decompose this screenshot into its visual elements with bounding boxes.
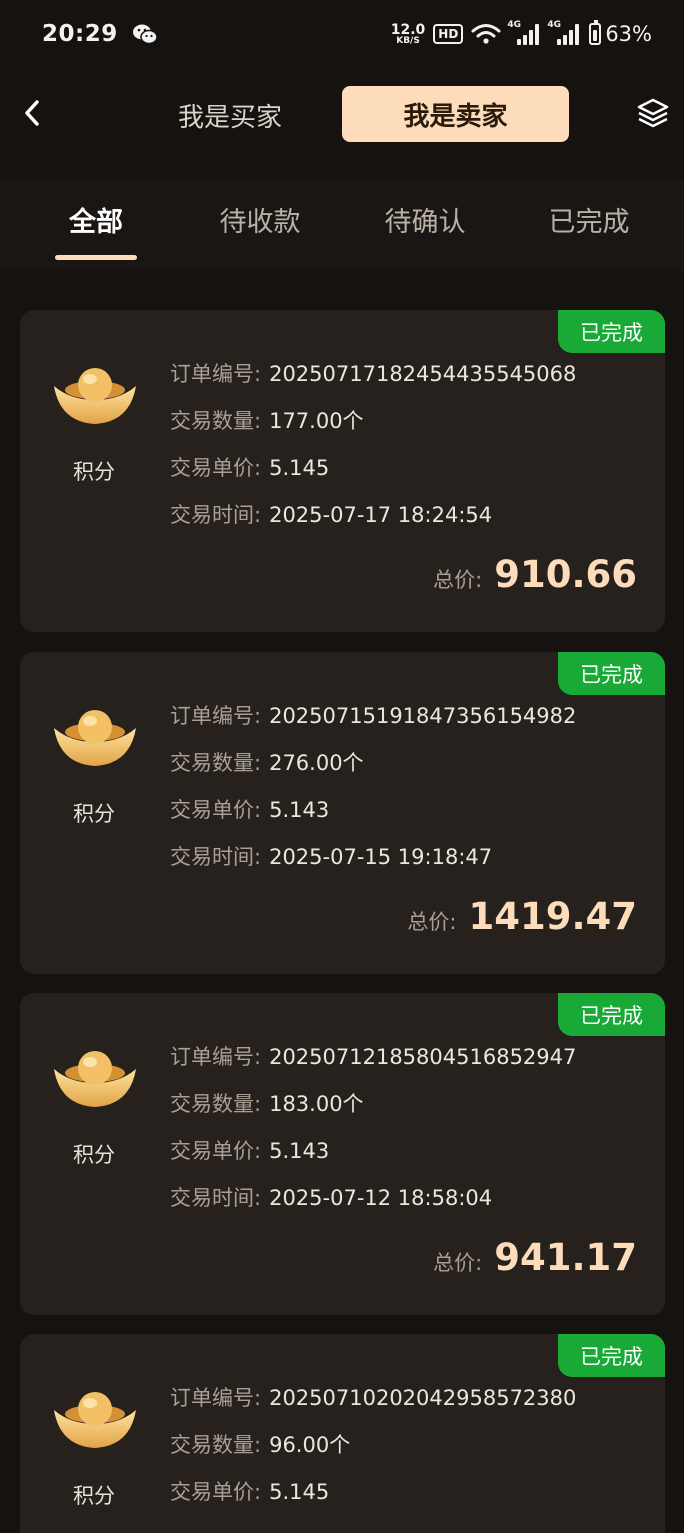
status-badge: 已完成 bbox=[558, 1334, 665, 1377]
order-number: 20250717182454435545068 bbox=[269, 362, 577, 386]
gold-ingot-icon bbox=[54, 1392, 136, 1448]
unit-price-value: 5.143 bbox=[269, 798, 330, 822]
total-price: 总价: 1419.47 bbox=[407, 895, 637, 938]
total-value: 910.66 bbox=[494, 553, 637, 596]
gold-ingot-icon bbox=[54, 710, 136, 766]
gold-ingot-icon bbox=[54, 368, 136, 424]
order-number-row: 订单编号: 20250712185804516852947 bbox=[170, 1045, 577, 1069]
total-price: 总价: 941.17 bbox=[433, 1236, 637, 1279]
unit-price-row: 交易单价: 5.145 bbox=[170, 1480, 330, 1504]
status-bar: 20:29 12.0 KB/S HD 4G 4G 63% bbox=[0, 0, 684, 68]
order-card[interactable]: 已完成 积分 订单编号: 20250715191847356154982 交易数量… bbox=[20, 652, 665, 974]
layers-icon[interactable] bbox=[636, 96, 670, 130]
battery-icon bbox=[589, 20, 602, 45]
order-number-row: 订单编号: 20250710202042958572380 bbox=[170, 1386, 577, 1410]
header: 我是买家 我是卖家 bbox=[0, 78, 684, 148]
order-number-row: 订单编号: 20250715191847356154982 bbox=[170, 704, 577, 728]
quantity-row: 交易数量: 96.00个 bbox=[170, 1433, 351, 1457]
order-number: 20250710202042958572380 bbox=[269, 1386, 577, 1410]
product-name: 积分 bbox=[73, 460, 115, 484]
unit-price-row: 交易单价: 5.143 bbox=[170, 1139, 330, 1163]
time-value: 2025-07-12 18:58:04 bbox=[269, 1186, 493, 1210]
wechat-icon bbox=[132, 24, 158, 45]
gold-ingot-icon bbox=[54, 1051, 136, 1107]
net-speed: 12.0 KB/S bbox=[390, 21, 426, 46]
unit-price-value: 5.145 bbox=[269, 1480, 330, 1504]
time-row: 交易时间: 2025-07-15 19:18:47 bbox=[170, 845, 493, 869]
order-number: 20250712185804516852947 bbox=[269, 1045, 577, 1069]
tab-pending-payment[interactable]: 待收款 bbox=[180, 200, 340, 239]
product-name: 积分 bbox=[73, 802, 115, 826]
seller-role-tab[interactable]: 我是卖家 bbox=[342, 86, 569, 142]
time-value: 2025-07-17 18:24:54 bbox=[269, 503, 493, 527]
tab-all[interactable]: 全部 bbox=[16, 200, 176, 239]
product-name: 积分 bbox=[73, 1484, 115, 1508]
quantity-value: 96.00个 bbox=[269, 1433, 351, 1457]
unit-price-row: 交易单价: 5.143 bbox=[170, 798, 330, 822]
time-value: 2025-07-15 19:18:47 bbox=[269, 845, 493, 869]
back-arrow-icon[interactable] bbox=[18, 96, 46, 130]
total-price: 总价: 910.66 bbox=[433, 553, 637, 596]
wifi-icon bbox=[471, 24, 501, 44]
quantity-row: 交易数量: 183.00个 bbox=[170, 1092, 364, 1116]
quantity-value: 177.00个 bbox=[269, 409, 364, 433]
status-time: 20:29 bbox=[42, 21, 118, 47]
active-tab-indicator bbox=[55, 255, 137, 260]
order-card[interactable]: 已完成 积分 订单编号: 20250717182454435545068 交易数量… bbox=[20, 310, 665, 632]
order-number: 20250715191847356154982 bbox=[269, 704, 577, 728]
product-name: 积分 bbox=[73, 1143, 115, 1167]
order-card[interactable]: 已完成 积分 订单编号: 20250712185804516852947 交易数量… bbox=[20, 993, 665, 1315]
unit-price-value: 5.143 bbox=[269, 1139, 330, 1163]
status-badge: 已完成 bbox=[558, 310, 665, 353]
unit-price-value: 5.145 bbox=[269, 456, 330, 480]
tab-completed[interactable]: 已完成 bbox=[509, 200, 669, 239]
quantity-value: 183.00个 bbox=[269, 1092, 364, 1116]
status-badge: 已完成 bbox=[558, 993, 665, 1036]
order-card[interactable]: 已完成 积分 订单编号: 20250710202042958572380 交易数量… bbox=[20, 1334, 665, 1533]
signal-icon-2: 4G bbox=[547, 20, 581, 45]
time-row: 交易时间: 2025-07-17 18:24:54 bbox=[170, 503, 493, 527]
quantity-row: 交易数量: 177.00个 bbox=[170, 409, 364, 433]
quantity-row: 交易数量: 276.00个 bbox=[170, 751, 364, 775]
signal-icon-1: 4G bbox=[507, 20, 541, 45]
total-value: 1419.47 bbox=[468, 895, 637, 938]
battery-indicator: 63% bbox=[589, 20, 652, 46]
buyer-role-tab[interactable]: 我是买家 bbox=[120, 88, 340, 142]
unit-price-row: 交易单价: 5.145 bbox=[170, 456, 330, 480]
order-number-row: 订单编号: 20250717182454435545068 bbox=[170, 362, 577, 386]
tab-pending-confirm[interactable]: 待确认 bbox=[345, 200, 505, 239]
status-filter-tabs: 全部 待收款 待确认 已完成 bbox=[0, 180, 684, 270]
status-badge: 已完成 bbox=[558, 652, 665, 695]
quantity-value: 276.00个 bbox=[269, 751, 364, 775]
total-value: 941.17 bbox=[494, 1236, 637, 1279]
time-row: 交易时间: 2025-07-12 18:58:04 bbox=[170, 1186, 493, 1210]
hd-badge: HD bbox=[433, 24, 464, 44]
